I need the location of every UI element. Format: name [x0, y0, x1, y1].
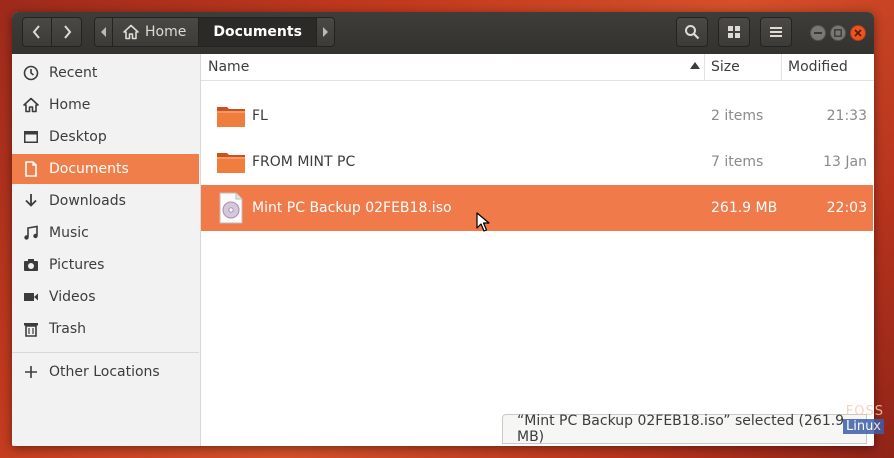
clock-icon [22, 64, 40, 82]
chevron-right-icon [63, 25, 71, 39]
close-button[interactable] [850, 25, 866, 41]
path-home-label: Home [145, 24, 187, 40]
file-size: 7 items [711, 154, 764, 170]
menu-button[interactable] [760, 17, 792, 47]
desktop-icon [22, 128, 40, 146]
view-toggle-button[interactable] [718, 17, 750, 47]
file-name: Mint PC Backup 02FEB18.iso [252, 200, 452, 216]
sidebar-item-videos[interactable]: Videos [12, 282, 199, 312]
file-list-view: Name Size Modified FL 2 items 21:33 FROM… [201, 54, 874, 446]
forward-button[interactable] [52, 17, 82, 47]
path-scroll-left-button[interactable] [95, 18, 113, 46]
sidebar-item-label: Trash [49, 321, 86, 337]
back-button[interactable] [22, 17, 52, 47]
sidebar-item-label: Videos [49, 289, 96, 305]
hamburger-icon [770, 27, 782, 37]
search-icon [685, 25, 700, 40]
home-icon [22, 96, 40, 114]
minimize-icon [814, 32, 822, 34]
file-row-from-mint-pc[interactable]: FROM MINT PC 7 items 13 Jan [201, 139, 873, 185]
minimize-button[interactable] [810, 25, 826, 41]
watermark-bottom-text: Linux [842, 419, 884, 434]
close-icon [854, 29, 862, 37]
search-button[interactable] [676, 17, 708, 47]
sidebar-item-pictures[interactable]: Pictures [12, 250, 199, 280]
column-header-row: Name Size Modified [201, 54, 874, 81]
folder-icon [217, 107, 245, 127]
grid-icon [728, 26, 740, 38]
music-icon [22, 224, 40, 242]
mouse-pointer-icon [476, 212, 490, 232]
sidebar-item-label: Documents [49, 161, 129, 177]
status-text: “Mint PC Backup 02FEB18.iso” selected (2… [517, 413, 845, 445]
folder-icon [217, 153, 245, 173]
file-size: 2 items [711, 108, 764, 124]
sidebar-item-trash[interactable]: Trash [12, 314, 199, 344]
column-header-modified-label: Modified [788, 59, 848, 75]
file-row-fl[interactable]: FL 2 items 21:33 [201, 93, 873, 139]
maximize-icon [834, 29, 842, 37]
path-home-button[interactable]: Home [113, 18, 200, 46]
sidebar-item-home[interactable]: Home [12, 90, 199, 120]
sidebar-item-recent[interactable]: Recent [12, 58, 199, 88]
path-current-button[interactable]: Documents [199, 18, 317, 46]
disc-image-file-icon [219, 192, 243, 224]
download-icon [22, 192, 40, 210]
triangle-right-icon [323, 27, 329, 37]
places-sidebar: Recent Home Desktop Documents Downloads … [12, 54, 201, 446]
column-header-size-label: Size [711, 59, 740, 75]
sort-ascending-icon [690, 62, 700, 69]
video-icon [22, 288, 40, 306]
document-icon [22, 160, 40, 178]
selection-status-bar: “Mint PC Backup 02FEB18.iso” selected (2… [502, 413, 867, 445]
sidebar-item-label: Home [49, 97, 91, 113]
path-scroll-right-button[interactable] [316, 18, 334, 46]
chevron-left-icon [32, 25, 40, 39]
file-name: FROM MINT PC [252, 154, 356, 170]
sidebar-item-label: Downloads [49, 193, 126, 209]
watermark-top-text: FOSS [845, 404, 884, 419]
sidebar-item-desktop[interactable]: Desktop [12, 122, 199, 152]
column-header-name[interactable]: Name [208, 54, 700, 80]
sidebar-divider [12, 352, 199, 353]
sidebar-item-documents[interactable]: Documents [12, 154, 199, 184]
sidebar-item-music[interactable]: Music [12, 218, 199, 248]
path-bar: Home Documents [94, 17, 335, 47]
file-size: 261.9 MB [711, 200, 778, 216]
sidebar-item-label: Music [49, 225, 89, 241]
sidebar-item-downloads[interactable]: Downloads [12, 186, 199, 216]
file-row-mint-pc-backup-iso[interactable]: Mint PC Backup 02FEB18.iso 261.9 MB 22:0… [201, 185, 873, 231]
plus-icon [22, 363, 40, 381]
trash-icon [22, 320, 40, 338]
path-current-label: Documents [213, 24, 302, 40]
column-header-name-label: Name [208, 59, 250, 75]
sidebar-item-label: Recent [49, 65, 98, 81]
file-name: FL [252, 108, 268, 124]
maximize-button[interactable] [830, 25, 846, 41]
file-manager-window: Home Documents Recent Home Desktop Docum… [12, 12, 874, 446]
column-header-size[interactable]: Size [704, 54, 781, 80]
watermark-logo: FOSS Linux [838, 404, 884, 446]
sidebar-item-label: Desktop [49, 129, 107, 145]
file-modified: 13 Jan [823, 154, 867, 170]
sidebar-item-other-locations[interactable]: Other Locations [12, 357, 199, 387]
sidebar-item-label: Other Locations [49, 364, 160, 380]
column-header-modified[interactable]: Modified [781, 54, 874, 80]
camera-icon [22, 256, 40, 274]
home-icon [123, 24, 139, 40]
header-bar: Home Documents [12, 12, 874, 54]
sidebar-item-label: Pictures [49, 257, 105, 273]
file-modified: 21:33 [826, 108, 867, 124]
triangle-left-icon [100, 27, 106, 37]
file-modified: 22:03 [826, 200, 867, 216]
